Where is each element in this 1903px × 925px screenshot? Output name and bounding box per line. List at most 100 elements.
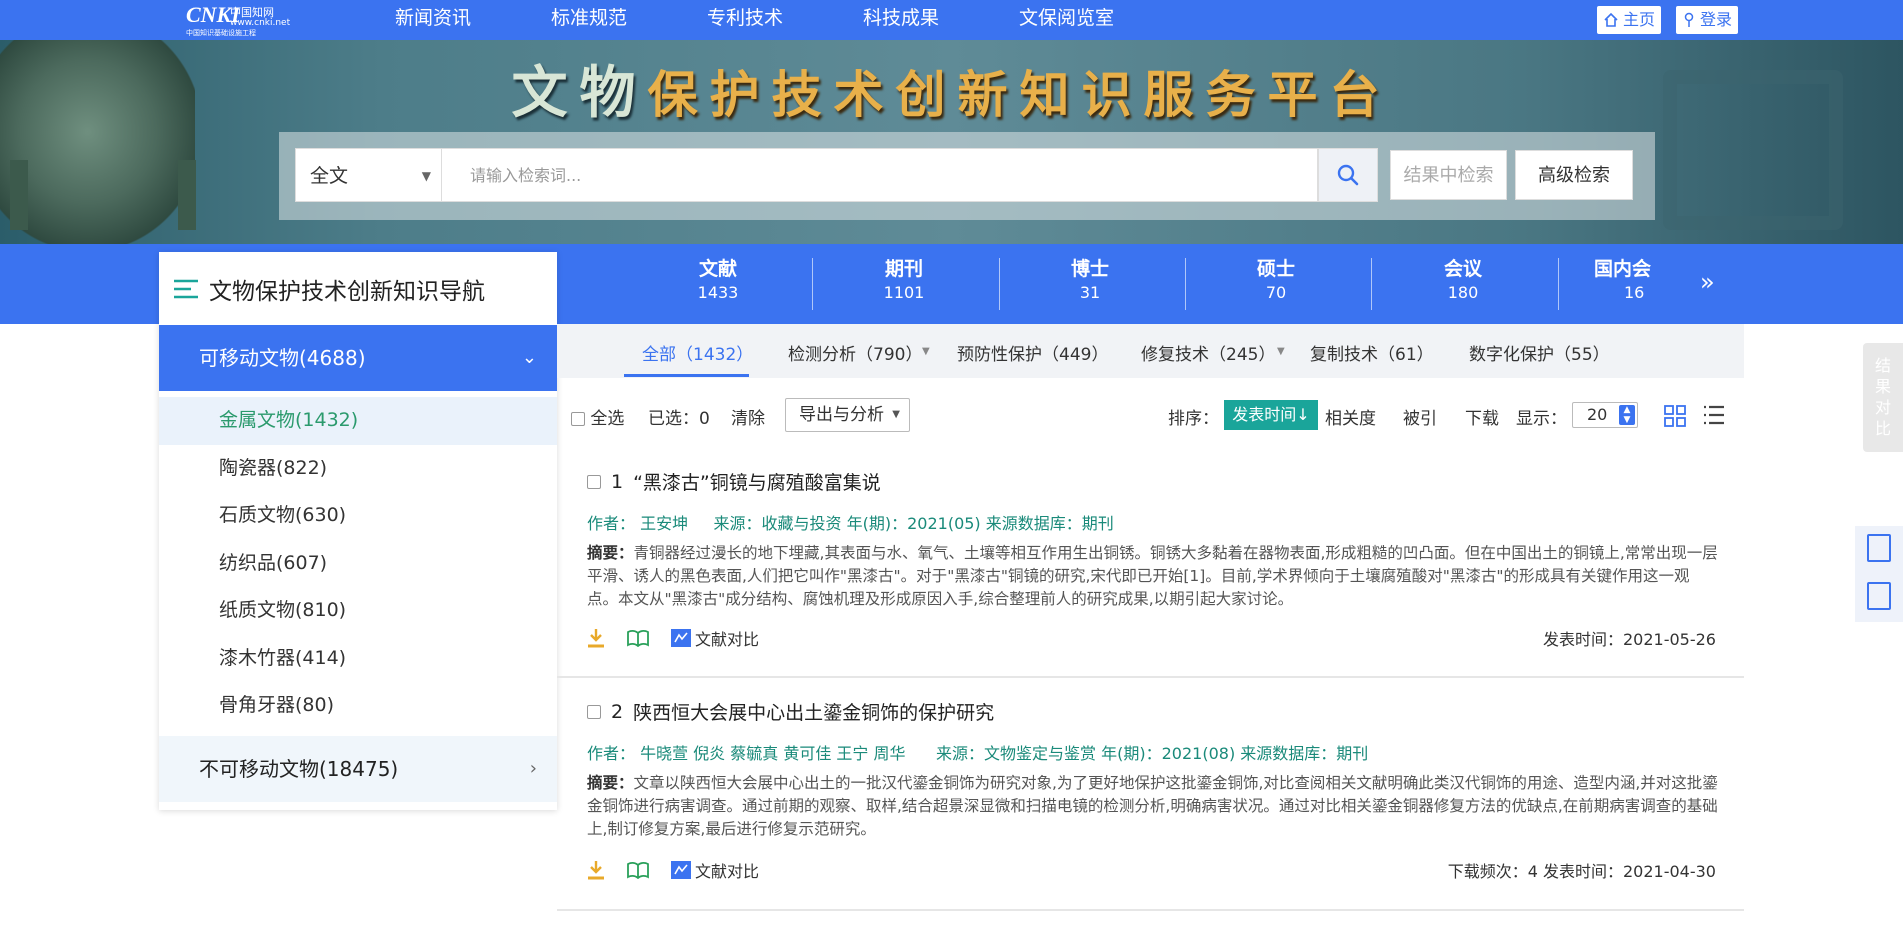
divider (1185, 258, 1186, 310)
result-checkbox[interactable] (587, 474, 601, 489)
download-icon[interactable] (587, 628, 605, 648)
chevron-down-icon: ⌄ (521, 347, 537, 368)
select-all-checkbox[interactable] (571, 412, 585, 426)
stat-domestic-conferences[interactable]: 国内会 16 (1590, 256, 1660, 304)
tab-analysis[interactable]: 检测分析（790） (788, 340, 922, 365)
result-compare-float[interactable]: 结果对比 (1863, 343, 1903, 452)
grid-view-icon[interactable] (1664, 405, 1686, 427)
tab-restoration[interactable]: 修复技术（245） (1141, 340, 1275, 365)
abstract-label: 摘要： (587, 774, 634, 792)
nav-standards[interactable]: 标准规范 (551, 6, 627, 30)
sidebar-item-paper[interactable]: 纸质文物(810) (159, 587, 557, 635)
sidebar-item-ceramics[interactable]: 陶瓷器(822) (159, 445, 557, 493)
nav-patents[interactable]: 专利技术 (707, 6, 783, 30)
divider (812, 258, 813, 310)
sidebar-item-bone[interactable]: 骨角牙器(80) (159, 682, 557, 730)
sidebar-title: 文物保护技术创新知识导航 (209, 278, 485, 305)
nav-achievements[interactable]: 科技成果 (863, 6, 939, 30)
abstract-label: 摘要： (587, 544, 634, 562)
stat-label: 会议 (1443, 258, 1482, 280)
search-input[interactable]: 请输入检索词... (442, 148, 1318, 202)
result-date: 发表时间：2021-05-26 (1543, 630, 1716, 649)
compare-label: 文献对比 (695, 630, 760, 649)
home-button[interactable]: 主页 (1597, 6, 1662, 34)
sort-by-date-button[interactable]: 发表时间↓ (1224, 400, 1318, 430)
float-compare-label: 结果对比 (1875, 356, 1892, 438)
stat-label: 硕士 (1256, 258, 1295, 280)
stat-journals[interactable]: 期刊 1101 (844, 256, 964, 304)
nav-news[interactable]: 新闻资讯 (395, 6, 471, 30)
platform-title-a: 文物 (511, 60, 648, 126)
tab-all[interactable]: 全部（1432） (642, 340, 753, 365)
result-source[interactable]: 来源：文物鉴定与鉴赏 年(期)：2021(08) 来源数据库：期刊 (936, 744, 1368, 763)
result-authors[interactable]: 作者： 王安坤 (587, 514, 688, 533)
result-title[interactable]: 陕西恒大会展中心出土鎏金铜饰的保护研究 (633, 698, 994, 725)
search-button[interactable] (1318, 148, 1378, 202)
stat-doctoral[interactable]: 博士 31 (1030, 256, 1150, 304)
double-chevron-right-icon[interactable]: » (1700, 268, 1715, 296)
stat-label: 期刊 (884, 258, 923, 280)
search-scope-select[interactable]: 全文 ▼ (295, 148, 442, 202)
caret-down-icon[interactable]: ▼ (922, 346, 930, 357)
stat-conferences[interactable]: 会议 180 (1403, 256, 1523, 304)
display-label: 显示： (1516, 409, 1567, 429)
category-label: 可移动文物(4688) (199, 346, 366, 370)
sidebar-item-lacquer[interactable]: 漆木竹器(414) (159, 635, 557, 683)
result-meta: 作者： 王安坤 来源：收藏与投资 年(期)：2021(05) 来源数据库：期刊 (587, 510, 1114, 534)
read-book-icon[interactable] (627, 861, 649, 879)
result-authors[interactable]: 作者： 牛晓萱 倪炎 蔡毓真 黄可佳 王宁 周华 (587, 744, 906, 763)
result-actions: 文献对比 (587, 858, 759, 882)
stat-label: 国内会 (1594, 258, 1652, 280)
tab-preventive[interactable]: 预防性保护（449） (957, 340, 1108, 365)
notes-icon[interactable] (1867, 534, 1891, 562)
result-title-row: 1 “黑漆古”铜镜与腐殖酸富集说 (587, 468, 881, 495)
login-label: 登录 (1700, 10, 1733, 29)
stat-masters[interactable]: 硕士 70 (1216, 256, 1336, 304)
result-abstract: 摘要：青铜器经过漫长的地下埋藏,其表面与水、氧气、土壤等相互作用生出铜锈。铜锈大… (587, 542, 1719, 611)
export-analysis-dropdown[interactable]: 导出与分析 ▼ (785, 398, 910, 432)
compare-button[interactable]: 文献对比 (671, 626, 759, 650)
stat-count: 31 (1079, 283, 1101, 302)
top-navbar: CNKI 中国知网 www.cnki.net 中国知识基础设施工程 新闻资讯 标… (0, 0, 1903, 40)
stat-literature[interactable]: 文献 1433 (658, 256, 778, 304)
read-book-icon[interactable] (627, 629, 649, 647)
divider (999, 258, 1000, 310)
result-item: 1 “黑漆古”铜镜与腐殖酸富集说 作者： 王安坤 来源：收藏与投资 年(期)：2… (557, 448, 1744, 678)
stat-count: 1433 (697, 283, 739, 302)
select-all[interactable]: 全选 (571, 404, 624, 429)
category-movable[interactable]: 可移动文物(4688) ⌄ (159, 325, 557, 391)
login-button[interactable]: 登录 (1676, 6, 1739, 34)
result-source[interactable]: 来源：收藏与投资 年(期)：2021(05) 来源数据库：期刊 (714, 514, 1114, 533)
download-icon[interactable] (587, 860, 605, 880)
home-label: 主页 (1623, 10, 1656, 29)
sort-by-relevance[interactable]: 相关度 (1325, 404, 1376, 429)
clear-button[interactable]: 清除 (731, 404, 765, 429)
stat-count: 70 (1265, 283, 1287, 302)
list-view-icon[interactable] (1703, 405, 1725, 425)
caret-down-icon[interactable]: ▼ (1277, 346, 1285, 357)
category-immovable[interactable]: 不可移动文物(18475) › (159, 735, 557, 802)
platform-title: 文物保护技术创新知识服务平台 (0, 48, 1903, 129)
stat-label: 博士 (1070, 258, 1109, 280)
feedback-icon[interactable] (1867, 582, 1891, 610)
advanced-search-button[interactable]: 高级检索 (1515, 150, 1633, 200)
tab-digital[interactable]: 数字化保护（55） (1469, 340, 1610, 365)
platform-title-b: 保护技术创新知识服务平台 (647, 65, 1392, 124)
page-size-select[interactable]: 20 ▲ ▼ (1572, 402, 1638, 428)
result-actions: 文献对比 (587, 626, 759, 650)
nav-reading-room[interactable]: 文保阅览室 (1019, 6, 1114, 30)
search-in-results-button[interactable]: 结果中检索 (1390, 150, 1507, 200)
cnki-logo[interactable]: CNKI 中国知网 www.cnki.net 中国知识基础设施工程 (182, 2, 292, 37)
sidebar-item-textiles[interactable]: 纺织品(607) (159, 540, 557, 588)
result-number: 2 (611, 700, 624, 723)
sidebar-item-stone[interactable]: 石质文物(630) (159, 492, 557, 540)
result-checkbox[interactable] (587, 704, 601, 719)
sort-by-citations[interactable]: 被引 (1403, 404, 1437, 429)
tab-replication[interactable]: 复制技术（61） (1310, 340, 1434, 365)
sidebar-item-metal[interactable]: 金属文物(1432) (159, 397, 557, 445)
sort-by-downloads[interactable]: 下载 (1465, 404, 1499, 429)
compare-button[interactable]: 文献对比 (671, 858, 759, 882)
result-title[interactable]: “黑漆古”铜镜与腐殖酸富集说 (633, 468, 881, 495)
stat-count: 180 (1447, 283, 1479, 302)
select-all-label: 全选 (590, 409, 625, 429)
